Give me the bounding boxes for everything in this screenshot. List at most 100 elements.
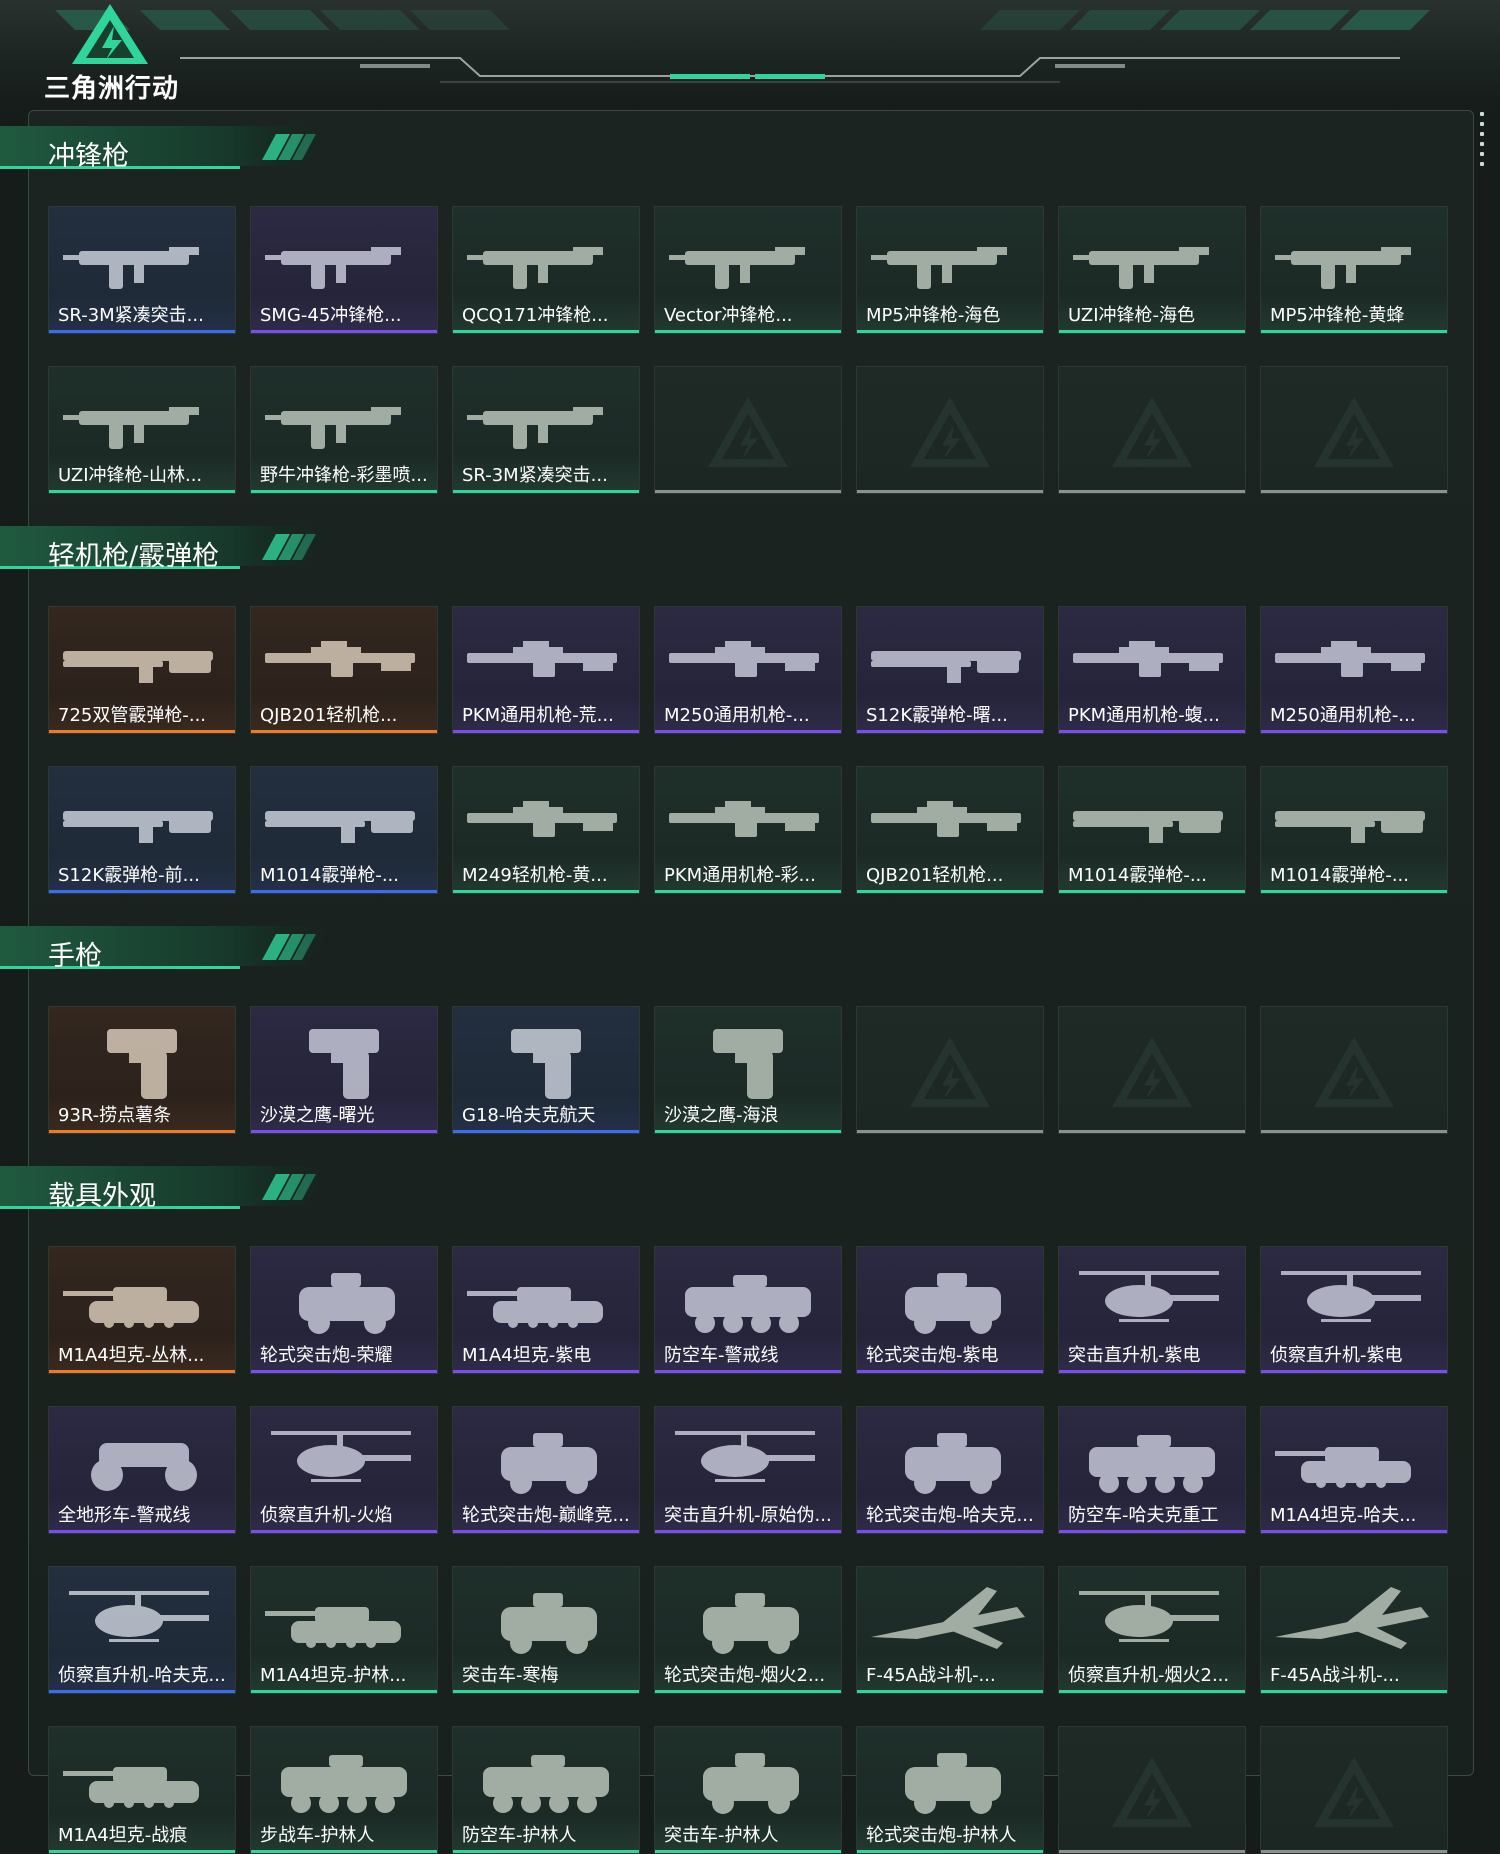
skin-card[interactable]: M1014霰弹枪-... [250, 766, 438, 894]
skin-card[interactable]: MP5冲锋枪-黄蜂 [1260, 206, 1448, 334]
skin-card[interactable]: SR-3M紧凑突击... [48, 206, 236, 334]
skin-card[interactable]: 轮式突击炮-护林人 [856, 1726, 1044, 1854]
skin-card[interactable]: 防空车-护林人 [452, 1726, 640, 1854]
rarity-bar [1059, 490, 1245, 493]
skin-card[interactable]: M1A4坦克-丛林... [48, 1246, 236, 1374]
rarity-bar [857, 1690, 1043, 1693]
rarity-bar [857, 890, 1043, 893]
skin-name: 突击直升机-紫电 [1068, 1345, 1201, 1366]
scrollbar[interactable] [1480, 112, 1484, 182]
skin-card[interactable]: 沙漠之鹰-曙光 [250, 1006, 438, 1134]
skin-card[interactable]: 93R-捞点薯条 [48, 1006, 236, 1134]
skin-card[interactable]: F-45A战斗机-... [1260, 1566, 1448, 1694]
skin-card[interactable]: 侦察直升机-紫电 [1260, 1246, 1448, 1374]
skin-card[interactable]: 轮式突击炮-荣耀 [250, 1246, 438, 1374]
skin-card[interactable]: 野牛冲锋枪-彩墨喷... [250, 366, 438, 494]
skin-card[interactable]: M250通用机枪-... [1260, 606, 1448, 734]
skin-card[interactable]: UZI冲锋枪-山林... [48, 366, 236, 494]
skin-card[interactable]: 725双管霰弹枪-... [48, 606, 236, 734]
armored-car-icon [905, 1753, 1001, 1814]
smg-icon [265, 407, 401, 449]
rarity-bar [49, 1370, 235, 1373]
skin-card[interactable]: 突击车-护林人 [654, 1726, 842, 1854]
skin-card[interactable]: PKM通用机枪-彩... [654, 766, 842, 894]
skin-card[interactable]: M1A4坦克-战痕 [48, 1726, 236, 1854]
empty-slot [856, 366, 1044, 494]
skin-card[interactable]: M1A4坦克-护林... [250, 1566, 438, 1694]
skin-name: MP5冲锋枪-黄蜂 [1270, 305, 1405, 326]
armored-car-icon [703, 1593, 799, 1654]
skin-card[interactable]: S12K霰弹枪-曙... [856, 606, 1044, 734]
skin-card[interactable]: SMG-45冲锋枪... [250, 206, 438, 334]
skin-name: 全地形车-警戒线 [58, 1505, 191, 1526]
rarity-bar [655, 1370, 841, 1373]
skin-name: M1A4坦克-护林... [260, 1665, 407, 1686]
skin-card[interactable]: M1A4坦克-哈夫... [1260, 1406, 1448, 1534]
empty-slot-icon [910, 1036, 990, 1107]
rarity-bar [49, 890, 235, 893]
skin-name: 侦察直升机-烟火2... [1068, 1665, 1230, 1686]
skin-card[interactable]: G18-哈夫克航天 [452, 1006, 640, 1134]
skin-card[interactable]: QJB201轻机枪... [856, 766, 1044, 894]
tank-icon [63, 1767, 199, 1808]
skin-card[interactable]: 防空车-警戒线 [654, 1246, 842, 1374]
skin-card[interactable]: UZI冲锋枪-海色 [1058, 206, 1246, 334]
skin-card[interactable]: F-45A战斗机-... [856, 1566, 1044, 1694]
rarity-bar [1059, 890, 1245, 893]
section-title: 冲锋枪 [48, 141, 129, 172]
helicopter-icon [1281, 1271, 1421, 1322]
skin-name: M1014霰弹枪-... [1068, 865, 1207, 886]
empty-slot [1260, 1006, 1448, 1134]
skin-card[interactable]: SR-3M紧凑突击... [452, 366, 640, 494]
skin-card[interactable]: QCQ171冲锋枪... [452, 206, 640, 334]
skin-card[interactable]: 轮式突击炮-烟火2... [654, 1566, 842, 1694]
skin-name: M249轻机枪-黄... [462, 865, 608, 886]
skin-card[interactable]: 侦察直升机-哈夫克... [48, 1566, 236, 1694]
skin-name: 轮式突击炮-巅峰竞... [462, 1505, 630, 1526]
skin-name: 轮式突击炮-紫电 [866, 1345, 999, 1366]
skin-card[interactable]: 突击直升机-紫电 [1058, 1246, 1246, 1374]
skin-card[interactable]: PKM通用机枪-蝮... [1058, 606, 1246, 734]
skin-name: M250通用机枪-... [664, 705, 810, 726]
smg-icon [63, 407, 199, 449]
rarity-bar [453, 1690, 639, 1693]
pistol-icon [511, 1029, 581, 1099]
skin-card[interactable]: PKM通用机枪-荒... [452, 606, 640, 734]
skin-card[interactable]: M250通用机枪-... [654, 606, 842, 734]
skin-name: PKM通用机枪-蝮... [1068, 705, 1220, 726]
pistol-icon [713, 1029, 783, 1099]
skin-card[interactable]: M1A4坦克-紫电 [452, 1246, 640, 1374]
empty-slot-icon [708, 396, 788, 467]
skin-card[interactable]: 步战车-护林人 [250, 1726, 438, 1854]
skin-card[interactable]: 全地形车-警戒线 [48, 1406, 236, 1534]
rarity-bar [857, 1530, 1043, 1533]
skin-card[interactable]: 突击直升机-原始伪... [654, 1406, 842, 1534]
rarity-bar [655, 1530, 841, 1533]
armored-car-icon [905, 1433, 1001, 1494]
skin-card[interactable]: M1014霰弹枪-... [1260, 766, 1448, 894]
skin-name: QCQ171冲锋枪... [462, 305, 609, 326]
rarity-bar [655, 330, 841, 333]
skin-card[interactable]: M1014霰弹枪-... [1058, 766, 1246, 894]
rarity-bar [453, 730, 639, 733]
skin-card[interactable]: 轮式突击炮-紫电 [856, 1246, 1044, 1374]
skin-card[interactable]: S12K霰弹枪-前... [48, 766, 236, 894]
skin-name: M1A4坦克-紫电 [462, 1345, 592, 1366]
rarity-bar [251, 490, 437, 493]
skin-name: M1A4坦克-丛林... [58, 1345, 205, 1366]
skin-card[interactable]: 防空车-哈夫克重工 [1058, 1406, 1246, 1534]
skin-card[interactable]: 突击车-寒梅 [452, 1566, 640, 1694]
tank-icon [467, 1287, 603, 1328]
apc-icon [281, 1755, 407, 1813]
skin-card[interactable]: 沙漠之鹰-海浪 [654, 1006, 842, 1134]
rarity-bar [655, 730, 841, 733]
skin-card[interactable]: Vector冲锋枪... [654, 206, 842, 334]
skin-card[interactable]: 侦察直升机-火焰 [250, 1406, 438, 1534]
empty-slot-icon [1314, 1036, 1394, 1107]
skin-card[interactable]: 轮式突击炮-哈夫克... [856, 1406, 1044, 1534]
skin-card[interactable]: 轮式突击炮-巅峰竞... [452, 1406, 640, 1534]
skin-card[interactable]: QJB201轻机枪... [250, 606, 438, 734]
skin-card[interactable]: 侦察直升机-烟火2... [1058, 1566, 1246, 1694]
skin-card[interactable]: M249轻机枪-黄... [452, 766, 640, 894]
skin-card[interactable]: MP5冲锋枪-海色 [856, 206, 1044, 334]
